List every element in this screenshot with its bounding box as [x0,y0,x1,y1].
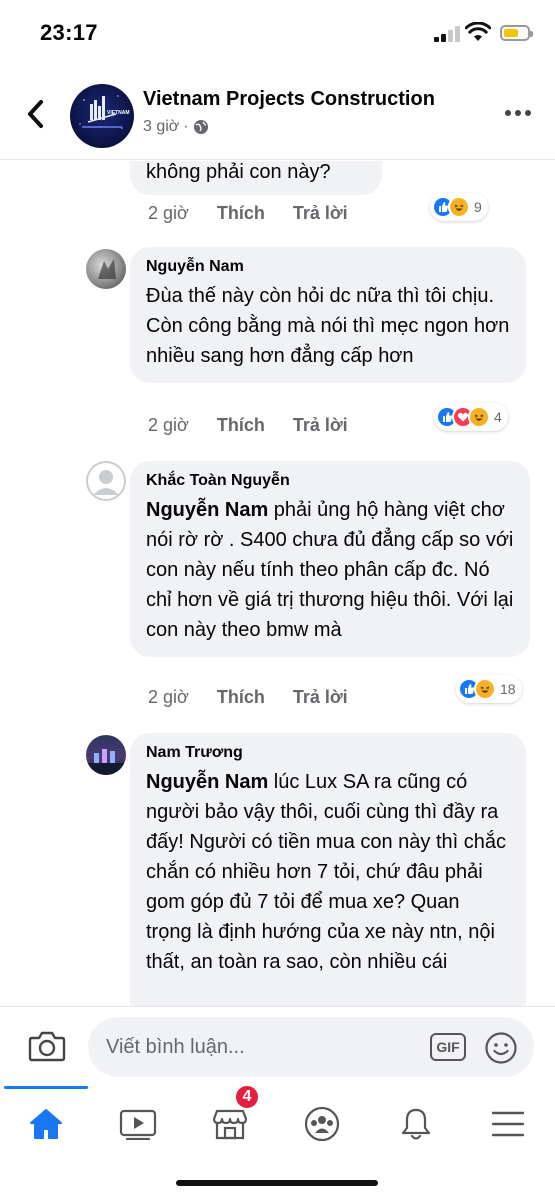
reaction-summary[interactable]: 4 [434,403,508,431]
comment-input[interactable] [88,1017,534,1077]
comment-composer: GIF [0,1006,555,1086]
more-options-icon[interactable] [505,110,533,118]
comment-bubble[interactable]: Khắc Toàn Nguyễn Nguyễn Nam phải ủng hộ … [130,461,530,657]
comment-bubble[interactable]: Nam Trương Nguyễn Nam lúc Lux SA ra cũng… [130,733,526,1006]
emoji-icon[interactable] [484,1031,518,1065]
status-time: 23:17 [40,20,98,45]
comment-author[interactable]: Khắc Toàn Nguyễn [146,471,514,491]
page-logo-text: VIETNAM [107,110,130,116]
bell-icon [401,1108,431,1140]
comment-time: 2 giờ [148,203,189,223]
comment-author[interactable]: Nguyễn Nam [146,257,510,277]
like-button[interactable]: Thích [217,203,265,224]
wifi-icon [465,22,491,41]
comment-bubble[interactable]: không phải con này? [130,161,382,195]
battery-icon [500,25,533,41]
comment-actions: 2 giờ Thích Trả lời [148,415,348,436]
tab-notifications[interactable] [376,1094,456,1154]
back-chevron-icon[interactable] [22,96,50,132]
reply-button[interactable]: Trả lời [293,415,348,436]
reply-button[interactable]: Trả lời [293,203,348,224]
haha-reaction-icon [474,678,496,700]
marketplace-icon [212,1109,248,1140]
watch-video-icon [119,1109,157,1140]
meta-separator: · [183,118,189,135]
gif-button[interactable]: GIF [430,1033,466,1061]
reply-button[interactable]: Trả lời [293,687,348,708]
marketplace-badge: 4 [234,1084,260,1110]
default-profile-icon [86,461,126,501]
post-header: VIETNAM Vietnam Projects Construction 3 … [0,70,555,160]
comment-text: Đùa thế này còn hỏi dc nữa thì tôi chịu.… [146,285,510,367]
active-tab-indicator [4,1086,88,1089]
commenter-avatar[interactable] [86,249,126,289]
haha-reaction-icon [468,406,490,428]
comment-text: không phải con này? [146,161,331,183]
like-button[interactable]: Thích [217,687,265,708]
page-title[interactable]: Vietnam Projects Construction [143,88,435,111]
tab-groups[interactable] [282,1094,362,1154]
commenter-avatar[interactable] [86,461,126,501]
groups-icon [304,1106,340,1142]
like-button[interactable]: Thích [217,415,265,436]
comment-text: Nguyễn Nam phải ủng hộ hàng việt chơ nói… [146,495,514,645]
home-icon [30,1109,62,1139]
reaction-count: 9 [474,199,482,215]
camera-icon[interactable] [28,1029,66,1063]
comment-bubble[interactable]: Nguyễn Nam Đùa thế này còn hỏi dc nữa th… [130,247,526,383]
page-avatar[interactable]: VIETNAM [70,84,134,148]
comment-time: 2 giờ [148,687,189,707]
reaction-count: 18 [500,681,516,697]
comment-time: 2 giờ [148,415,189,435]
haha-reaction-icon [448,196,470,218]
page-logo-icon: VIETNAM [79,95,130,129]
comment-author[interactable]: Nam Trương [146,743,510,763]
post-meta: 3 giờ · [143,118,209,136]
comment-actions: 2 giờ Thích Trả lời [148,687,348,708]
status-bar: 23:17 [0,0,555,70]
tab-home[interactable] [6,1094,86,1154]
post-time: 3 giờ [143,118,180,135]
comment-actions: 2 giờ Thích Trả lời [148,203,348,224]
reaction-summary[interactable]: 9 [430,193,488,221]
comment-mention[interactable]: Nguyễn Nam [146,499,268,521]
tab-watch[interactable] [98,1094,178,1154]
reaction-summary[interactable]: 18 [456,675,522,703]
globe-icon [193,120,208,134]
commenter-avatar[interactable] [86,735,126,775]
home-indicator[interactable] [176,1180,378,1186]
comment-body: lúc Lux SA ra cũng có người bảo vậy thôi… [146,771,507,973]
comment-list: không phải con này? 2 giờ Thích Trả lời … [0,161,555,1006]
comment-mention[interactable]: Nguyễn Nam [146,771,268,793]
cellular-signal-icon [434,26,460,42]
comment-text: Nguyễn Nam lúc Lux SA ra cũng có người b… [146,767,510,977]
reaction-count: 4 [494,409,502,425]
tab-menu[interactable] [468,1094,548,1154]
hamburger-menu-icon [491,1111,525,1137]
